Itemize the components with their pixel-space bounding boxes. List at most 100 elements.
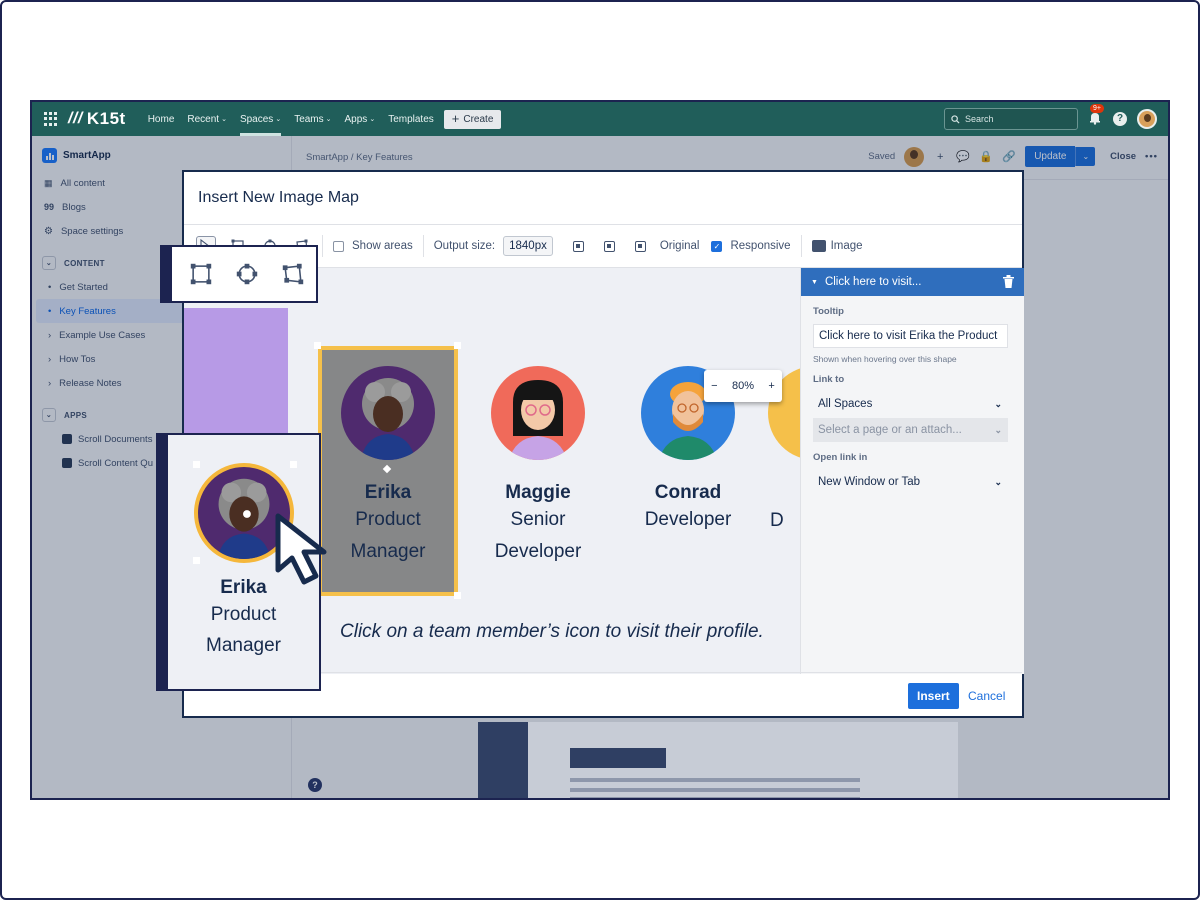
toolbar-divider <box>422 235 424 257</box>
cancel-button[interactable]: Cancel <box>968 689 1005 703</box>
dialog-title: Insert New Image Map <box>198 189 359 206</box>
pointer-cursor-icon <box>275 513 327 585</box>
zoom-level: 80% <box>731 380 754 392</box>
link-to-select[interactable]: All Spaces ⌄ <box>813 392 1008 416</box>
nav-apps[interactable]: Apps ⌄ <box>345 102 376 136</box>
link-to-value: All Spaces <box>818 398 873 410</box>
nav-items: Home Recent ⌄ Spaces ⌄ Teams ⌄ Apps ⌄ Templa… <box>148 102 434 136</box>
create-button[interactable]: + Create <box>443 109 502 129</box>
notification-badge: 9+ <box>1090 104 1104 113</box>
shrink-icon[interactable] <box>572 240 584 252</box>
open-link-value: New Window or Tab <box>818 476 921 488</box>
chevron-down-icon: ⌄ <box>369 116 376 123</box>
open-link-label: Open link in <box>813 452 868 463</box>
nav-teams[interactable]: Teams ⌄ <box>294 102 331 136</box>
nav-label: Recent <box>187 113 220 125</box>
nav-label: Home <box>147 113 175 125</box>
member-name: Conrad <box>654 482 722 503</box>
image-icon[interactable] <box>811 240 826 252</box>
nav-spaces[interactable]: Spaces ⌄ <box>239 102 282 136</box>
member-role: Manager <box>206 635 281 656</box>
caret-down-icon[interactable]: ▼ <box>811 279 818 286</box>
user-avatar[interactable] <box>1137 109 1157 129</box>
shape-tools-callout <box>170 245 318 303</box>
resize-handle[interactable] <box>193 557 200 564</box>
toolbar-divider <box>800 235 802 257</box>
chevron-down-icon: ⌄ <box>221 116 227 123</box>
help-icon[interactable]: ? <box>1113 112 1127 126</box>
show-areas-checkbox[interactable] <box>333 240 344 252</box>
preview-line <box>570 788 860 792</box>
member-card-maggie[interactable]: Maggie Senior Developer <box>474 366 602 568</box>
resize-handle[interactable] <box>193 461 200 468</box>
circle-tool-icon[interactable] <box>236 263 258 285</box>
nav-label: Teams <box>294 113 324 125</box>
link-to-label: Link to <box>813 374 845 385</box>
responsive-label: Responsive <box>730 240 791 252</box>
member-name: Erika <box>364 482 412 503</box>
zoom-out-button[interactable]: − <box>711 380 717 392</box>
resize-handle[interactable] <box>314 342 321 349</box>
image-button-label[interactable]: Image <box>831 240 863 252</box>
preview-line <box>570 778 860 782</box>
tooltip-label: Tooltip <box>813 306 844 317</box>
show-areas-label: Show areas <box>352 240 413 252</box>
member-name: Maggie <box>505 482 571 503</box>
app-logo[interactable]: /// K15t <box>68 109 126 129</box>
logo-text: K15t <box>86 109 126 128</box>
preview-line <box>570 797 860 798</box>
polygon-tool-icon[interactable] <box>282 263 304 285</box>
member-role: Developer <box>494 541 582 562</box>
nav-home[interactable]: Home <box>148 102 175 136</box>
original-size-button[interactable]: Original <box>660 240 700 252</box>
top-navigation: /// K15t Home Recent ⌄ Spaces ⌄ Teams ⌄ App… <box>32 102 1168 136</box>
rectangle-tool-icon[interactable] <box>190 263 212 285</box>
nav-label: Templates <box>388 113 434 125</box>
toolbar-divider <box>322 235 323 257</box>
preview-title-block <box>570 748 666 768</box>
bell-icon[interactable] <box>1088 111 1102 125</box>
grid-icon[interactable] <box>44 112 58 126</box>
erika-avatar[interactable] <box>341 366 435 460</box>
nav-recent[interactable]: Recent ⌄ <box>187 102 227 136</box>
member-role: Senior <box>510 509 566 530</box>
chevron-down-icon: ⌄ <box>994 398 1002 409</box>
tooltip-hint: Shown when hovering over this shape <box>813 354 957 364</box>
area-title: Click here to visit... <box>824 276 922 288</box>
fit-image-icon[interactable] <box>634 240 646 252</box>
create-label: Create <box>463 113 494 125</box>
nav-templates[interactable]: Templates <box>388 102 434 136</box>
output-size-input[interactable]: 1840px <box>503 236 553 256</box>
resize-handle[interactable] <box>454 592 461 599</box>
logo-mark-icon: /// <box>68 110 83 127</box>
area-properties-panel: ▼ Click here to visit... Tooltip Click h… <box>800 268 1024 674</box>
expand-icon[interactable] <box>603 240 615 252</box>
resize-handle[interactable] <box>454 342 461 349</box>
image-caption: Click on a team member’s icon to visit t… <box>340 621 764 642</box>
nav-label: Apps <box>344 113 368 125</box>
member-role: Developer <box>644 509 732 530</box>
output-size-label: Output size: <box>433 240 496 252</box>
zoom-control: − 80% + <box>704 370 782 402</box>
chevron-down-icon: ⌄ <box>994 424 1002 435</box>
preview-sidebar <box>478 722 528 798</box>
insert-button[interactable]: Insert <box>908 683 959 709</box>
member-role: Product <box>210 604 277 625</box>
page-select[interactable]: Select a page or an attach... ⌄ <box>813 418 1008 442</box>
member-role: D <box>770 510 784 531</box>
search-placeholder: Search <box>965 114 994 124</box>
plus-icon: + <box>451 111 460 126</box>
zoom-in-button[interactable]: + <box>768 380 774 392</box>
page-select-placeholder: Select a page or an attach... <box>818 424 962 436</box>
trash-icon[interactable] <box>1003 275 1014 288</box>
area-header[interactable]: ▼ Click here to visit... <box>801 268 1024 296</box>
search-input[interactable]: Search <box>944 108 1078 130</box>
maggie-avatar[interactable] <box>491 366 585 460</box>
nav-label: Spaces <box>239 113 274 125</box>
resize-handle[interactable] <box>290 461 297 468</box>
responsive-checkbox[interactable]: ✓ <box>711 240 723 252</box>
search-icon <box>951 114 960 124</box>
tooltip-input[interactable]: Click here to visit Erika the Product <box>813 324 1008 348</box>
chevron-down-icon: ⌄ <box>325 116 332 123</box>
open-link-select[interactable]: New Window or Tab ⌄ <box>813 470 1008 494</box>
